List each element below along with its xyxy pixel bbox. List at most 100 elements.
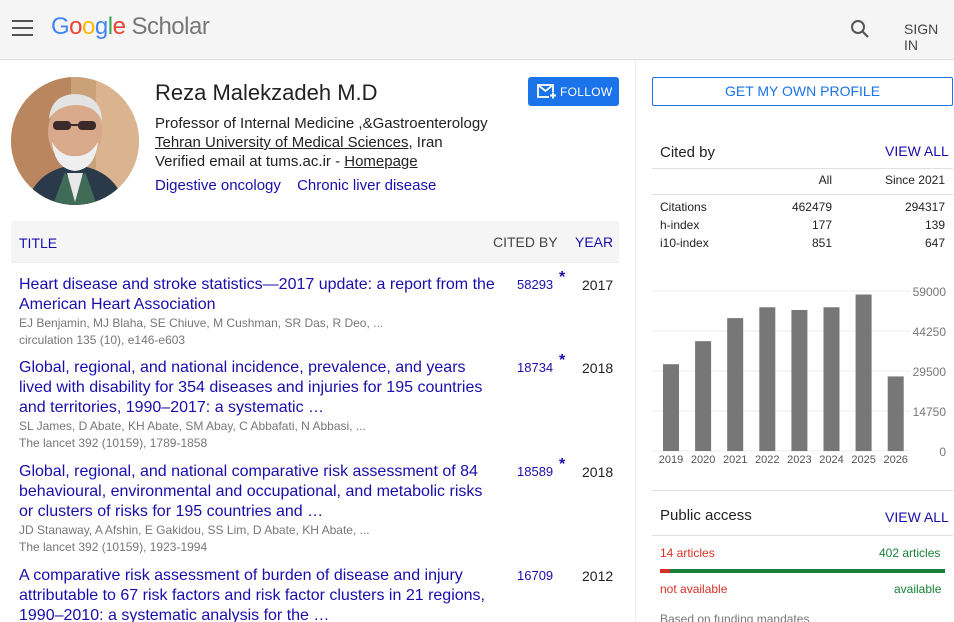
stat-all: 851 xyxy=(811,236,832,250)
cited-by-count-link[interactable]: 18589 xyxy=(517,464,553,479)
stats-row: h-index 177 139 xyxy=(652,218,953,236)
follow-button[interactable]: FOLLOW xyxy=(528,77,619,106)
article-authors: JD Stanaway, A Afshin, E Gakidou, SS Lim… xyxy=(19,523,370,537)
articles-table-header: TITLE CITED BY YEAR xyxy=(11,221,619,263)
country-text: , Iran xyxy=(408,134,443,151)
article-year: 2018 xyxy=(582,464,614,480)
stat-label[interactable]: Citations xyxy=(660,200,707,214)
stat-all: 177 xyxy=(811,218,832,232)
cited-by-count-link[interactable]: 18734 xyxy=(517,360,553,375)
research-interests: Digestive oncology Chronic liver disease xyxy=(155,177,448,194)
citation-bar[interactable] xyxy=(855,294,872,451)
column-divider xyxy=(635,60,636,622)
avatar xyxy=(11,77,139,205)
divider xyxy=(652,168,953,169)
funding-mandates-note: Based on funding mandates xyxy=(660,612,810,622)
y-tick-label: 59000 xyxy=(913,285,947,299)
profile-name: Reza Malekzadeh M.D xyxy=(155,80,378,105)
hamburger-menu-icon[interactable] xyxy=(12,20,33,36)
available-count[interactable]: 402 articles xyxy=(879,546,940,560)
article-venue: The lancet 392 (10159), 1923-1994 xyxy=(19,540,208,554)
article-venue: The lancet 392 (10159), 1789-1858 xyxy=(19,436,208,450)
article-title-link[interactable]: A comparative risk assessment of burden … xyxy=(19,566,499,622)
x-tick-label: 2026 xyxy=(883,454,907,466)
get-my-own-profile-button[interactable]: GET MY OWN PROFILE xyxy=(652,77,953,106)
stats-header-row: All Since 2021 xyxy=(652,173,953,195)
divider xyxy=(652,535,953,536)
article-year: 2017 xyxy=(582,277,614,293)
x-tick-label: 2025 xyxy=(851,454,875,466)
stats-row: Citations 462479 294317 xyxy=(652,200,953,218)
merged-citations-star[interactable]: * xyxy=(559,352,565,370)
merged-citations-star[interactable]: * xyxy=(559,456,565,474)
all-column-header: All xyxy=(818,173,832,187)
article-authors: EJ Benjamin, MJ Blaha, SE Chiuve, M Cush… xyxy=(19,316,384,330)
sort-by-year[interactable]: YEAR xyxy=(575,234,613,250)
cited-by-view-all-link[interactable]: VIEW ALL xyxy=(885,143,949,159)
citation-bar[interactable] xyxy=(823,307,840,451)
x-tick-label: 2019 xyxy=(659,454,683,466)
citation-stats-table: All Since 2021 Citations 462479 294317 h… xyxy=(652,173,953,254)
top-bar: Google Scholar SIGN IN xyxy=(0,0,954,60)
cited-by-count-link[interactable]: 58293 xyxy=(517,277,553,292)
since-column-header[interactable]: Since 2021 xyxy=(885,173,945,187)
divider xyxy=(652,490,953,491)
homepage-link[interactable]: Homepage xyxy=(344,153,417,170)
y-tick-label: 44250 xyxy=(913,325,947,339)
article-title-link[interactable]: Global, regional, and national incidence… xyxy=(19,358,499,418)
stat-label[interactable]: h-index xyxy=(660,218,699,232)
table-row: Heart disease and stroke statistics—2017… xyxy=(19,269,619,349)
citation-bar[interactable] xyxy=(727,318,744,451)
table-row: A comparative risk assessment of burden … xyxy=(19,566,619,622)
stat-all: 462479 xyxy=(791,200,832,214)
y-tick-label: 29500 xyxy=(913,365,947,379)
public-access-heading: Public access xyxy=(660,507,752,524)
position-text: Professor of Internal Medicine ,&Gastroe… xyxy=(155,115,488,132)
cited-by-header: CITED BY xyxy=(493,234,558,250)
public-access-bar xyxy=(660,569,945,573)
not-available-bar-fill xyxy=(660,569,670,573)
x-tick-label: 2023 xyxy=(787,454,811,466)
citation-bar[interactable] xyxy=(759,307,776,451)
article-year: 2018 xyxy=(582,360,614,376)
table-row: Global, regional, and national comparati… xyxy=(19,456,619,556)
citation-bar[interactable] xyxy=(663,364,679,451)
x-tick-label: 2022 xyxy=(755,454,779,466)
y-tick-label: 0 xyxy=(939,445,946,459)
affiliation: Professor of Internal Medicine ,&Gastroe… xyxy=(155,114,488,171)
interest-digestive-oncology[interactable]: Digestive oncology xyxy=(155,177,281,194)
citation-bar[interactable] xyxy=(791,309,808,451)
not-available-count[interactable]: 14 articles xyxy=(660,546,715,560)
y-tick-label: 14750 xyxy=(913,405,947,419)
article-authors: SL James, D Abate, KH Abate, SM Abay, C … xyxy=(19,419,366,433)
merged-citations-star[interactable]: * xyxy=(559,269,565,287)
x-tick-label: 2021 xyxy=(723,454,747,466)
not-available-label: not available xyxy=(660,582,728,596)
article-year: 2012 xyxy=(582,568,614,584)
citations-chart-svg: 59000 44250 29500 14750 0 2019 2020 2021 2022 202… xyxy=(652,285,947,466)
cited-by-count-link[interactable]: 16709 xyxy=(517,568,553,583)
cited-by-heading: Cited by xyxy=(660,144,716,161)
citation-bar[interactable] xyxy=(695,341,712,451)
stat-since: 294317 xyxy=(904,200,945,214)
google-scholar-logo[interactable]: Google Scholar xyxy=(51,13,210,41)
article-title-link[interactable]: Global, regional, and national comparati… xyxy=(19,462,499,522)
x-tick-label: 2020 xyxy=(691,454,715,466)
stat-since: 647 xyxy=(924,236,945,250)
interest-chronic-liver-disease[interactable]: Chronic liver disease xyxy=(297,177,436,194)
available-label: available xyxy=(894,582,942,596)
article-title-link[interactable]: Heart disease and stroke statistics—2017… xyxy=(19,275,499,315)
public-access-view-all-link[interactable]: VIEW ALL xyxy=(885,509,949,525)
stats-row: i10-index 851 647 xyxy=(652,236,953,254)
citation-bar[interactable] xyxy=(887,376,904,451)
stat-label[interactable]: i10-index xyxy=(660,236,709,250)
search-icon[interactable] xyxy=(850,19,870,39)
citations-per-year-chart: 59000 44250 29500 14750 0 2019 2020 2021 2022 202… xyxy=(652,280,954,470)
sort-by-title[interactable]: TITLE xyxy=(19,235,57,251)
sign-in-link[interactable]: SIGN IN xyxy=(904,21,954,53)
article-venue: circulation 135 (10), e146-e603 xyxy=(19,333,186,347)
envelope-plus-icon xyxy=(537,84,557,99)
table-row: Global, regional, and national incidence… xyxy=(19,352,619,452)
x-tick-label: 2024 xyxy=(819,454,843,466)
institution-link[interactable]: Tehran University of Medical Sciences xyxy=(155,134,408,151)
